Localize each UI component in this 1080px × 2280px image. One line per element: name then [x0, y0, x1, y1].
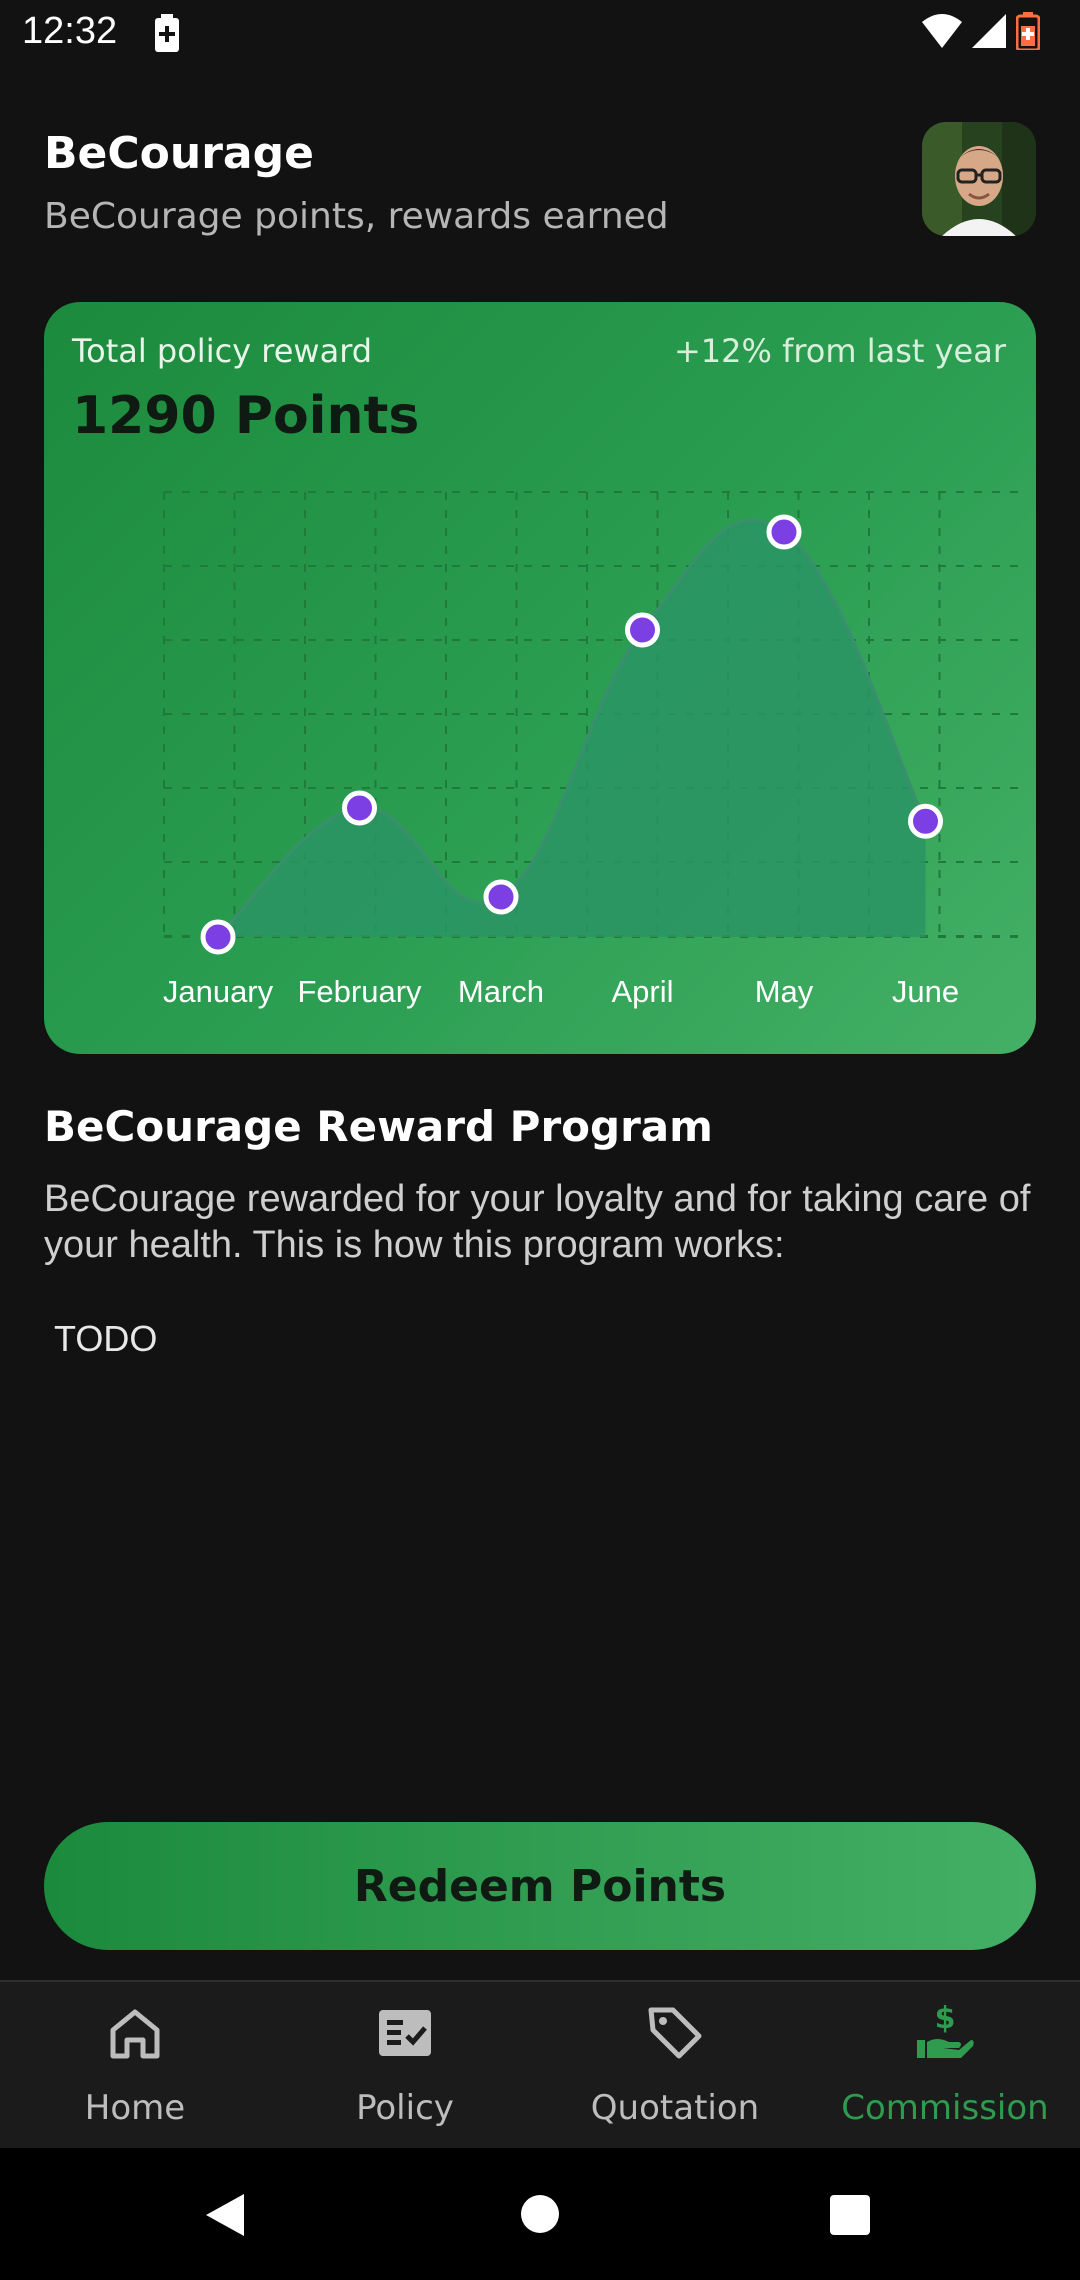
- x-tick-label: June: [892, 974, 959, 1009]
- battery-charging-icon: [155, 14, 179, 52]
- recents-icon[interactable]: [829, 2194, 871, 2236]
- chart-point-june[interactable]: [908, 803, 943, 839]
- wifi-icon: [922, 14, 962, 48]
- app-title: BeCourage: [44, 128, 314, 179]
- policy-check-icon: [379, 2010, 431, 2056]
- status-time: 12:32: [22, 10, 118, 52]
- battery-low-icon: [1016, 12, 1040, 50]
- redeem-points-button[interactable]: Redeem Points: [44, 1822, 1036, 1950]
- program-description: BeCourage rewarded for your loyalty and …: [44, 1178, 1031, 1266]
- program-todo: TODO: [54, 1318, 158, 1359]
- x-tick-label: April: [611, 974, 673, 1009]
- nav-label-commission: Commission: [841, 2088, 1049, 2128]
- avatar[interactable]: [922, 122, 1036, 236]
- tag-icon: [648, 2007, 702, 2059]
- status-bar: 12:32: [0, 0, 1080, 66]
- nav-label-quotation: Quotation: [590, 2088, 760, 2128]
- back-icon[interactable]: [204, 2192, 246, 2238]
- chart-area: [218, 520, 926, 937]
- nav-item-policy[interactable]: Policy: [270, 1982, 540, 2150]
- nav-label-home: Home: [84, 2088, 186, 2128]
- nav-item-commission[interactable]: $ Commission: [810, 1982, 1080, 2150]
- x-tick-label: May: [755, 974, 814, 1009]
- nav-item-home[interactable]: Home: [0, 1982, 270, 2150]
- x-tick-label: March: [458, 974, 544, 1009]
- chart-point-january[interactable]: [200, 919, 236, 955]
- nav-item-quotation[interactable]: Quotation: [540, 1982, 810, 2150]
- home-icon: [110, 2009, 160, 2059]
- app-subtitle: BeCourage points, rewards earned: [44, 196, 669, 237]
- system-nav-bar: [0, 2148, 1080, 2280]
- hand-dollar-icon: $: [917, 2002, 974, 2058]
- chart-point-april[interactable]: [625, 612, 660, 648]
- chart-point-march[interactable]: [483, 879, 519, 915]
- bottom-nav: Home Policy Quotation $ Commission: [0, 1980, 1080, 2150]
- chart-point-february[interactable]: [342, 790, 377, 826]
- x-tick-label: January: [163, 974, 274, 1009]
- nav-label-policy: Policy: [356, 2088, 454, 2128]
- x-tick-label: February: [297, 974, 422, 1009]
- reward-chart: January February March April May June: [163, 491, 1019, 1009]
- program-title: BeCourage Reward Program: [44, 1102, 713, 1151]
- avatar-photo: [922, 122, 1036, 236]
- signal-icon: [972, 14, 1006, 48]
- svg-text:$: $: [935, 2002, 956, 2036]
- home-circle-icon[interactable]: [520, 2194, 560, 2234]
- chart-point-may[interactable]: [766, 514, 802, 550]
- reward-card: Total policy reward +12% from last year …: [44, 302, 1036, 1054]
